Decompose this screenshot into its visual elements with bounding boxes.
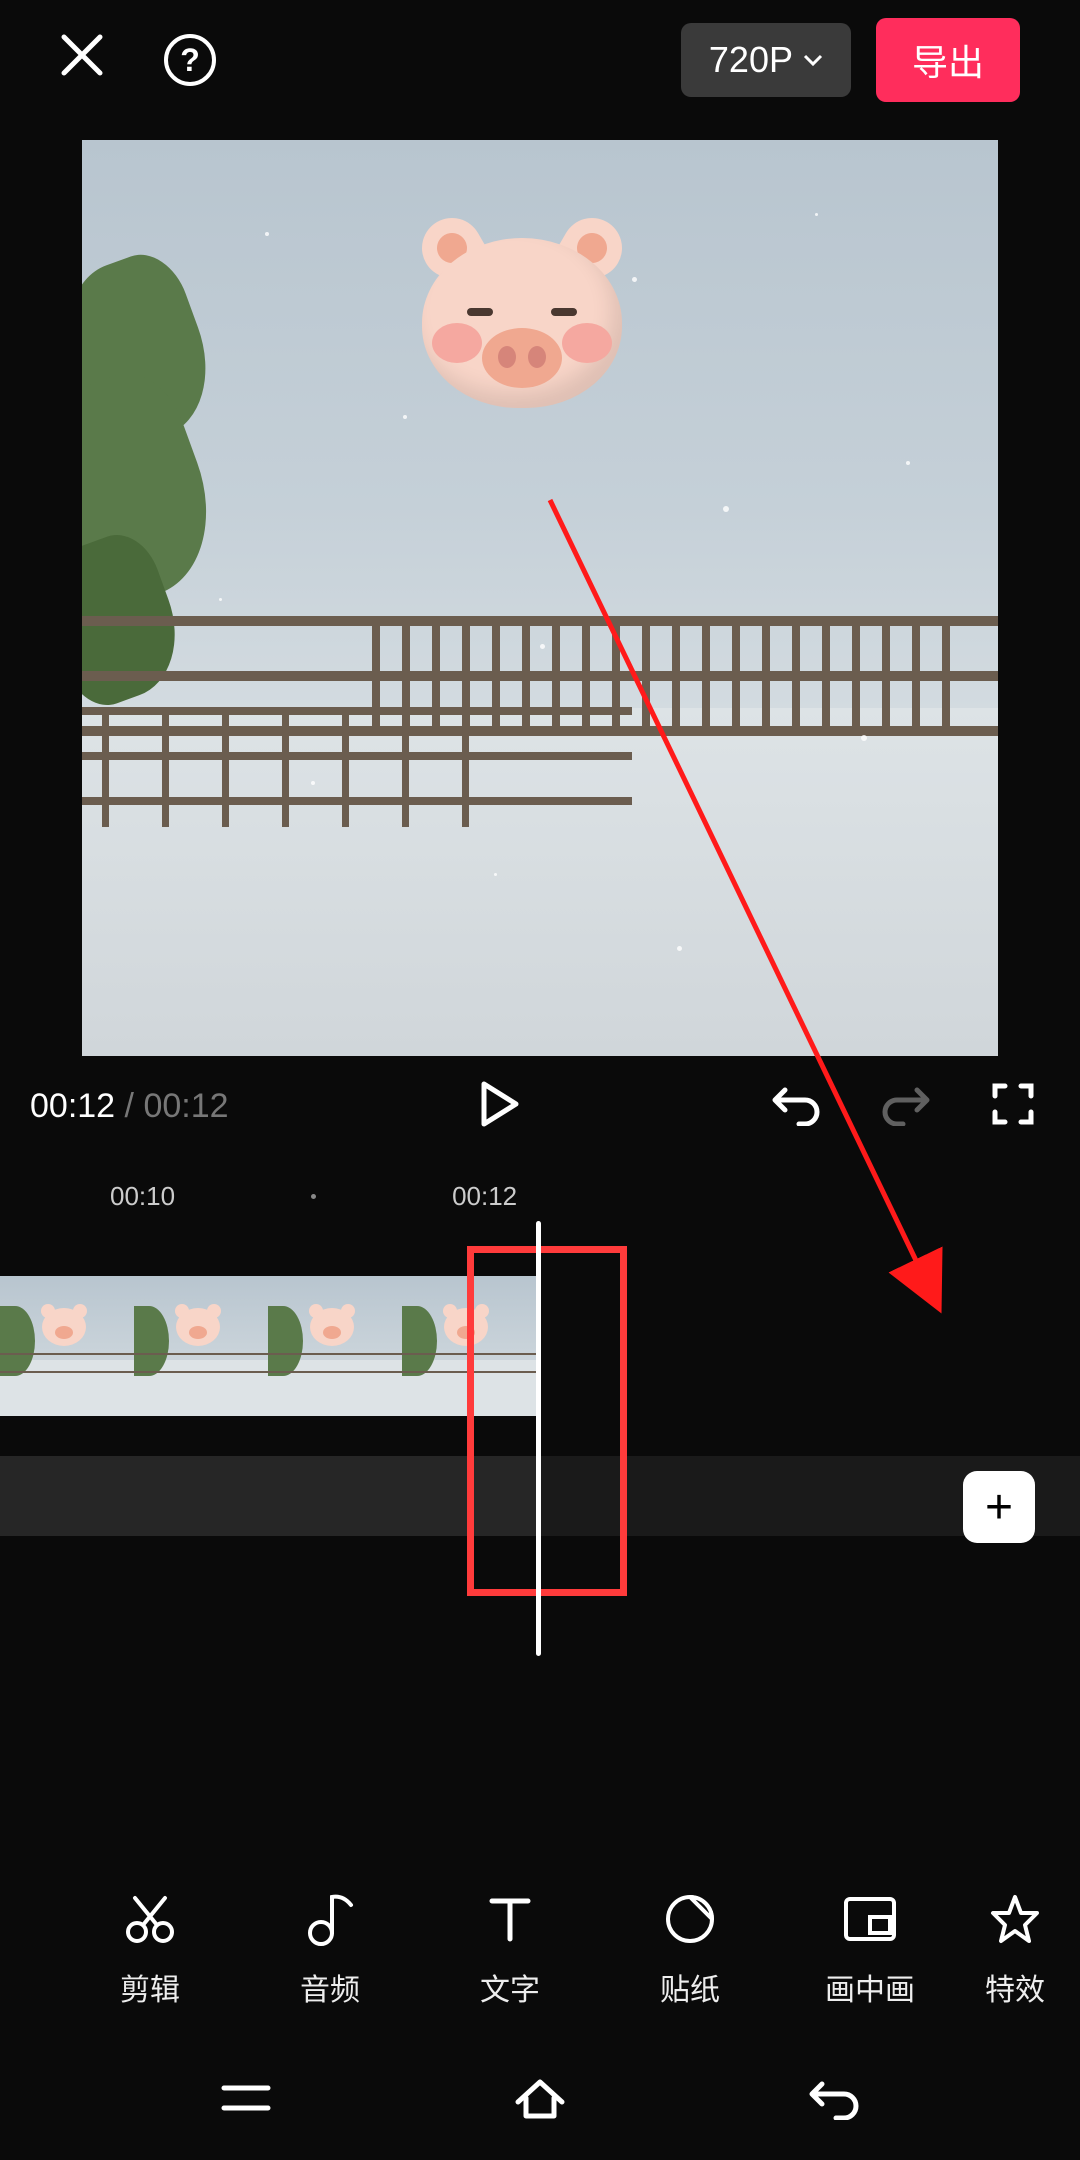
scissors-icon [123, 1891, 177, 1947]
sticker-icon [664, 1891, 716, 1947]
tool-label: 特效 [985, 1965, 1045, 2009]
export-button[interactable]: 导出 [876, 18, 1020, 102]
play-button[interactable] [480, 1080, 520, 1133]
resolution-selector[interactable]: 720P [681, 23, 851, 97]
time-separator: / [115, 1087, 143, 1125]
tool-label: 贴纸 [660, 1965, 720, 2009]
playhead[interactable] [536, 1221, 541, 1656]
clip-thumbnail[interactable] [0, 1276, 134, 1416]
video-preview[interactable] [82, 140, 998, 1056]
playback-bar: 00:12 / 00:12 [0, 1056, 1080, 1156]
star-icon [989, 1891, 1041, 1947]
ruler-mark: 00:12 [452, 1181, 517, 1212]
pig-sticker[interactable] [402, 223, 642, 423]
ruler-dot [311, 1194, 316, 1199]
audio-clip[interactable] [0, 1456, 536, 1536]
video-track[interactable] [0, 1276, 536, 1416]
pip-icon [842, 1891, 898, 1947]
tool-edit[interactable]: 剪辑 [60, 1891, 240, 2009]
tool-label: 剪辑 [120, 1965, 180, 2009]
total-time: 00:12 [143, 1087, 228, 1125]
nav-home-button[interactable] [510, 2074, 570, 2127]
tool-label: 文字 [480, 1965, 540, 2009]
tool-label: 画中画 [825, 1965, 915, 2009]
text-icon [486, 1891, 534, 1947]
help-button[interactable]: ? [164, 34, 216, 86]
music-note-icon [305, 1891, 355, 1947]
annotation-highlight [467, 1246, 627, 1596]
tool-effects[interactable]: 特效 [960, 1891, 1070, 2009]
nav-back-button[interactable] [806, 2076, 862, 2125]
tool-label: 音频 [300, 1965, 360, 2009]
tool-pip[interactable]: 画中画 [780, 1891, 960, 2009]
ruler-mark: 00:10 [110, 1181, 175, 1212]
undo-button[interactable] [771, 1082, 821, 1131]
timeline[interactable]: 00:10 00:12 + [0, 1166, 1080, 1616]
fullscreen-button[interactable] [991, 1082, 1035, 1131]
tool-audio[interactable]: 音频 [240, 1891, 420, 2009]
chevron-down-icon [803, 54, 823, 66]
time-display: 00:12 / 00:12 [30, 1087, 229, 1126]
clip-thumbnail[interactable] [268, 1276, 402, 1416]
system-navbar [0, 2040, 1080, 2160]
add-clip-button[interactable]: + [963, 1471, 1035, 1543]
time-ruler: 00:10 00:12 [0, 1166, 1080, 1226]
nav-menu-button[interactable] [218, 2078, 274, 2123]
tool-sticker[interactable]: 贴纸 [600, 1891, 780, 2009]
current-time: 00:12 [30, 1087, 115, 1125]
edit-toolbar: 剪辑 音频 文字 贴纸 画中画 特效 [0, 1860, 1080, 2040]
top-bar: ? 720P 导出 [0, 0, 1080, 120]
close-button[interactable] [60, 30, 104, 90]
tool-text[interactable]: 文字 [420, 1891, 600, 2009]
redo-button[interactable] [881, 1082, 931, 1131]
resolution-label: 720P [709, 39, 793, 81]
clip-thumbnail[interactable] [134, 1276, 268, 1416]
